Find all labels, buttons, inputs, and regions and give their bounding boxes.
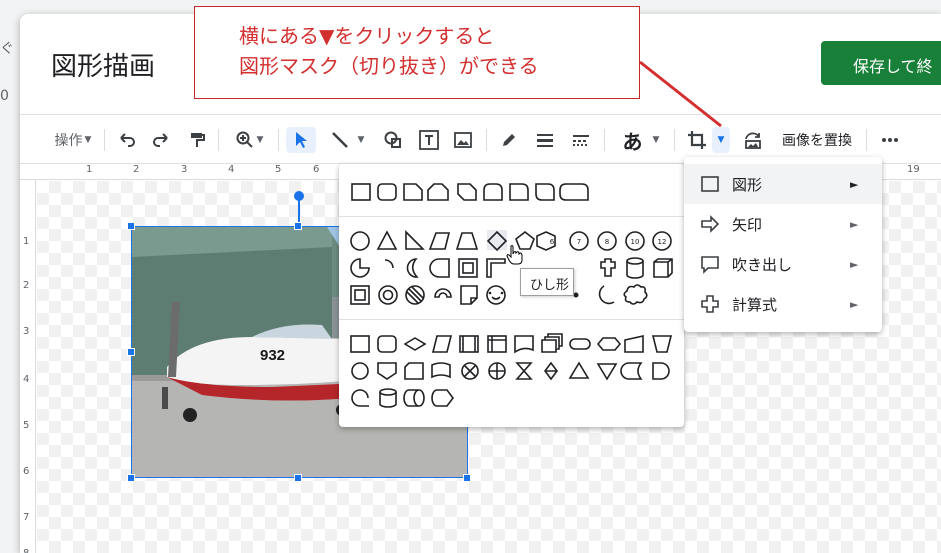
hand-cursor-icon xyxy=(506,245,523,265)
callout-line-2: 図形マスク（切り抜き）ができる xyxy=(239,54,539,78)
annotation-callout: 横にある▼をクリックすると 図形マスク（切り抜き）ができる xyxy=(194,6,640,99)
callout-line-1: 横にある▼をクリックすると xyxy=(239,24,495,48)
